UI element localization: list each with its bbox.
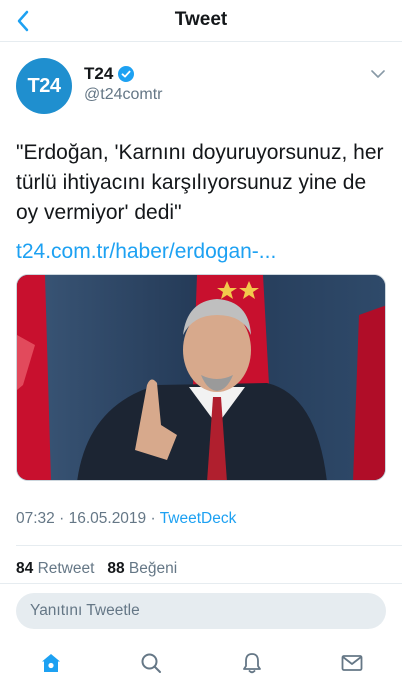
retweet-count: 84 xyxy=(16,560,34,577)
author-name-row[interactable]: T24 xyxy=(84,64,135,84)
tab-messages[interactable] xyxy=(339,650,365,676)
chevron-down-icon[interactable] xyxy=(370,66,386,82)
tweet-photo[interactable] xyxy=(16,274,386,481)
tweet-stats: 84 Retweet 88 Beğeni xyxy=(16,560,177,578)
like-count: 88 xyxy=(107,560,125,577)
tab-notifications[interactable] xyxy=(239,650,265,676)
like-stat[interactable]: 88 Beğeni xyxy=(107,560,177,577)
tweet-source[interactable]: TweetDeck xyxy=(160,510,237,527)
reply-input[interactable] xyxy=(16,593,386,629)
tweet-link[interactable]: t24.com.tr/haber/erdogan-... xyxy=(16,240,276,264)
user-handle[interactable]: @t24comtr xyxy=(84,86,162,104)
meta-separator: · xyxy=(59,510,65,527)
divider xyxy=(16,545,402,546)
bell-icon xyxy=(243,653,261,674)
photo-image xyxy=(17,275,385,480)
meta-separator: · xyxy=(150,510,156,527)
verified-badge-icon xyxy=(118,66,135,82)
divider xyxy=(0,583,402,584)
tab-home[interactable] xyxy=(38,650,64,676)
top-bar: Tweet xyxy=(0,0,402,42)
display-name[interactable]: T24 xyxy=(84,64,113,84)
tweet-date: 16.05.2019 xyxy=(68,510,147,527)
avatar-logo-text: T24 xyxy=(27,74,61,97)
retweet-label: Retweet xyxy=(37,560,95,577)
tweet-time: 07:32 xyxy=(16,510,55,527)
mail-icon xyxy=(341,655,363,671)
bottom-tab-bar xyxy=(0,636,402,690)
page-title: Tweet xyxy=(174,9,228,30)
reply-bar[interactable] xyxy=(16,593,386,629)
tweet-meta: 07:32 · 16.05.2019 · TweetDeck xyxy=(16,510,236,528)
tweet-text: "Erdoğan, 'Karnını doyuruyorsunuz, her t… xyxy=(16,141,384,224)
home-icon xyxy=(42,654,60,672)
like-label: Beğeni xyxy=(128,560,178,577)
retweet-stat[interactable]: 84 Retweet xyxy=(16,560,94,577)
tab-search[interactable] xyxy=(138,650,164,676)
search-icon xyxy=(141,653,161,673)
avatar[interactable]: T24 xyxy=(16,58,72,114)
